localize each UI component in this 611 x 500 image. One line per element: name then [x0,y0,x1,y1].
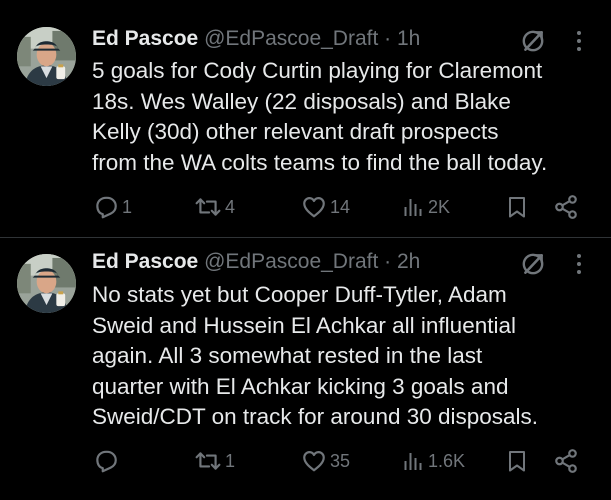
like-icon [303,451,325,472]
reply-button[interactable] [93,446,122,476]
bookmark-button[interactable] [505,446,529,476]
like-count: 14 [330,196,351,217]
share-icon [555,195,577,219]
reply-icon [96,450,117,473]
grok-icon[interactable] [520,28,546,54]
avatar[interactable] [17,27,76,86]
tweet[interactable]: Ed Pascoe @EdPascoe_Draft · 1h 5 goals f… [0,0,611,238]
bookmark-button[interactable] [505,192,529,222]
action-bar: 1 35 1.6K [0,446,611,476]
grok-icon[interactable] [520,251,546,277]
author-name[interactable]: Ed Pascoe [92,27,198,50]
timestamp[interactable]: 2h [397,250,420,273]
repost-count: 4 [225,196,236,217]
reply-button[interactable]: 1 [93,192,132,222]
separator-dot: · [384,27,392,50]
bookmark-icon [509,197,525,218]
more-icon[interactable] [571,28,587,54]
avatar[interactable] [17,254,76,313]
repost-icon [195,198,221,216]
share-icon [555,449,577,473]
tweet-text: 5 goals for Cody Curtin playing for Clar… [92,58,548,175]
like-count: 35 [330,450,351,471]
more-icon[interactable] [571,251,587,277]
views-icon [404,453,422,470]
action-bar: 1 4 14 2K [0,192,611,222]
reply-count: 1 [122,196,133,217]
timeline-feed: Ed Pascoe @EdPascoe_Draft · 1h 5 goals f… [0,0,611,500]
views-icon [404,199,422,216]
repost-icon [195,452,221,470]
repost-count: 1 [225,450,236,471]
author-handle[interactable]: @EdPascoe_Draft [204,250,378,273]
views-count: 2K [428,196,451,217]
author-handle[interactable]: @EdPascoe_Draft [204,27,378,50]
author-name[interactable]: Ed Pascoe [92,250,198,273]
repost-button[interactable]: 4 [194,192,235,222]
tweet-text: No stats yet but Cooper Duff-Tytler, Ada… [92,282,539,429]
views-button[interactable]: 2K [401,192,450,222]
repost-button[interactable]: 1 [194,446,235,476]
views-button[interactable]: 1.6K [401,446,465,476]
tweet[interactable]: Ed Pascoe @EdPascoe_Draft · 2h No stats … [0,238,611,500]
reply-icon [96,196,117,219]
timestamp[interactable]: 1h [397,27,420,50]
share-button[interactable] [553,446,579,476]
views-count: 1.6K [428,450,466,471]
like-button[interactable]: 14 [301,192,350,222]
like-icon [303,197,325,218]
bookmark-icon [509,451,525,472]
separator-dot: · [384,250,392,273]
share-button[interactable] [553,192,579,222]
like-button[interactable]: 35 [301,446,350,476]
